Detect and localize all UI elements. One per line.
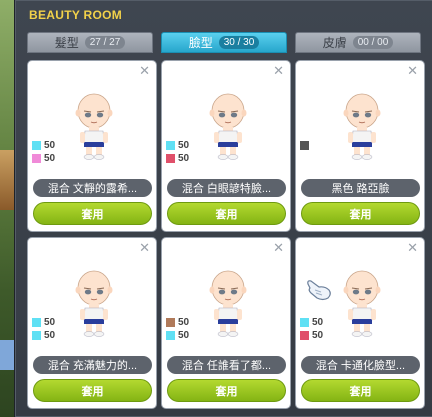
- apply-button[interactable]: 套用: [33, 202, 152, 225]
- stat-list: 50 50: [300, 316, 323, 342]
- face-card[interactable]: ✕ 50 50 混合 白眼諺特臉... 套用: [161, 60, 291, 232]
- color-swatch: [32, 141, 41, 150]
- face-name: 混合 充滿魅力的...: [33, 356, 152, 374]
- stat-row: 50: [32, 329, 55, 342]
- beauty-room-window: BEAUTY ROOM 髮型 27 / 27 臉型 30 / 30 皮膚 00 …: [14, 0, 432, 417]
- close-icon[interactable]: ✕: [139, 64, 150, 77]
- stat-list: [300, 139, 312, 152]
- color-swatch: [32, 154, 41, 163]
- hand-cursor-icon: [307, 280, 331, 301]
- close-icon[interactable]: ✕: [407, 241, 418, 254]
- apply-button[interactable]: 套用: [301, 379, 420, 402]
- stat-value: 50: [44, 140, 56, 151]
- stat-list: 50 50: [32, 139, 55, 165]
- tab-label: 臉型: [188, 36, 213, 50]
- tab-bar: 髮型 27 / 27 臉型 30 / 30 皮膚 00 / 00: [27, 32, 427, 54]
- stat-row: 50: [32, 152, 55, 165]
- face-name: 混合 白眼諺特臉...: [167, 179, 286, 197]
- stat-list: 50 50: [166, 316, 189, 342]
- color-swatch: [32, 331, 41, 340]
- apply-button[interactable]: 套用: [301, 202, 420, 225]
- avatar: [75, 270, 113, 337]
- tab-skin[interactable]: 皮膚 00 / 00: [295, 32, 421, 53]
- stat-row: [300, 139, 312, 152]
- stat-value: 50: [178, 153, 190, 164]
- tab-face[interactable]: 臉型 30 / 30: [161, 32, 287, 53]
- stat-row: 50: [166, 316, 189, 329]
- apply-button[interactable]: 套用: [167, 202, 286, 225]
- color-swatch: [166, 318, 175, 327]
- color-swatch: [166, 331, 175, 340]
- tab-label: 髮型: [54, 36, 79, 50]
- face-card[interactable]: ✕ 50 50 混合 文靜的露希... 套用: [27, 60, 157, 232]
- color-swatch: [300, 141, 309, 150]
- close-icon[interactable]: ✕: [139, 241, 150, 254]
- stat-value: 50: [44, 330, 56, 341]
- stat-row: 50: [300, 329, 323, 342]
- tab-label: 皮膚: [322, 36, 347, 50]
- color-swatch: [300, 318, 309, 327]
- tab-count: 27 / 27: [84, 36, 126, 49]
- avatar: [209, 93, 247, 160]
- face-card[interactable]: ✕ 黑色 路亞臉 套用: [295, 60, 425, 232]
- face-name: 混合 任誰看了都...: [167, 356, 286, 374]
- stat-row: 50: [166, 329, 189, 342]
- color-swatch: [166, 154, 175, 163]
- tab-count: 00 / 00: [352, 36, 394, 49]
- window-title: BEAUTY ROOM: [29, 8, 123, 22]
- close-icon[interactable]: ✕: [273, 241, 284, 254]
- avatar: [343, 93, 381, 160]
- color-swatch: [166, 141, 175, 150]
- tab-count: 30 / 30: [218, 36, 260, 49]
- face-card[interactable]: ✕ 50 50 混合 充滿魅力的... 套用: [27, 237, 157, 409]
- stat-list: 50 50: [32, 316, 55, 342]
- stat-row: 50: [32, 139, 55, 152]
- stat-list: 50 50: [166, 139, 189, 165]
- stat-row: 50: [166, 139, 189, 152]
- face-name: 黑色 路亞臉: [301, 179, 420, 197]
- face-name: 混合 文靜的露希...: [33, 179, 152, 197]
- avatar: [75, 93, 113, 160]
- stat-row: 50: [166, 152, 189, 165]
- face-card[interactable]: ✕ 50 50 混合 卡通化臉型... 套用: [295, 237, 425, 409]
- stat-value: 50: [312, 317, 324, 328]
- apply-button[interactable]: 套用: [33, 379, 152, 402]
- stat-value: 50: [178, 140, 190, 151]
- stat-row: 50: [32, 316, 55, 329]
- avatar: [343, 270, 381, 337]
- color-swatch: [32, 318, 41, 327]
- stat-value: 50: [178, 317, 190, 328]
- face-card[interactable]: ✕ 50 50 混合 任誰看了都... 套用: [161, 237, 291, 409]
- stat-value: 50: [44, 153, 56, 164]
- close-icon[interactable]: ✕: [407, 64, 418, 77]
- tab-hair[interactable]: 髮型 27 / 27: [27, 32, 153, 53]
- face-name: 混合 卡通化臉型...: [301, 356, 420, 374]
- stat-value: 50: [312, 330, 324, 341]
- apply-button[interactable]: 套用: [167, 379, 286, 402]
- avatar: [209, 270, 247, 337]
- color-swatch: [300, 331, 309, 340]
- close-icon[interactable]: ✕: [273, 64, 284, 77]
- stat-value: 50: [178, 330, 190, 341]
- stat-value: 50: [44, 317, 56, 328]
- stat-row: 50: [300, 316, 323, 329]
